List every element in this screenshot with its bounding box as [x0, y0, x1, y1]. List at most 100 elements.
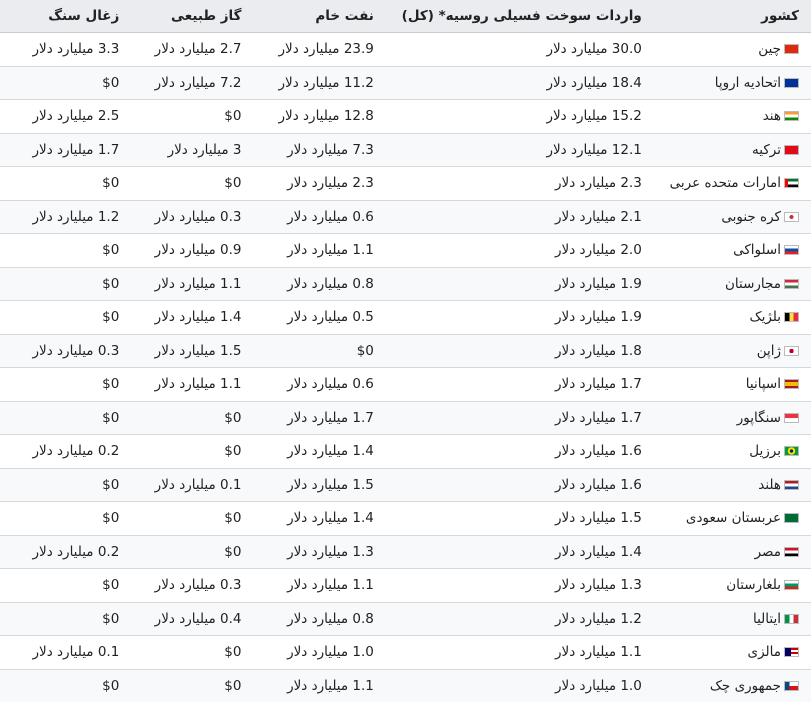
natural-gas-cell: $0	[127, 534, 250, 569]
natural-gas-cell: 0.1 میلیارد دلار	[127, 467, 250, 502]
coal-cell: $0	[0, 300, 128, 334]
header-coal[interactable]: زغال سنگ	[0, 0, 128, 33]
natural-gas-cell: 3 میلیارد دلار	[127, 132, 250, 167]
natural-gas-cell: 1.4 میلیارد دلار	[127, 300, 250, 334]
crude-oil-cell: 1.7 میلیارد دلار	[249, 400, 382, 435]
flag-singapore-icon	[784, 412, 799, 423]
country-name: ترکیه	[752, 141, 781, 158]
flag-netherlands-icon	[784, 479, 799, 490]
table-row: جمهوری چک 1.0 میلیارد دلار 1.1 میلیارد دلا…	[0, 668, 811, 702]
crude-oil-cell: 1.0 میلیارد دلار	[249, 635, 382, 669]
natural-gas-cell: $0	[127, 668, 250, 702]
country-name: برزیل	[749, 443, 781, 460]
country-name: مصر	[754, 543, 781, 560]
table-row: ایتالیا 1.2 میلیارد دلار 0.8 میلیارد دلار 0…	[0, 601, 811, 636]
fossil-fuel-imports-table: کشور واردات سوخت فسیلی روسیه* (کل) نفت خ…	[0, 0, 811, 702]
country-name: اسپانیا	[745, 376, 781, 393]
crude-oil-cell: 1.1 میلیارد دلار	[249, 568, 382, 602]
crude-oil-cell: 0.8 میلیارد دلار	[249, 266, 382, 301]
total-cell: 2.0 میلیارد دلار	[381, 233, 650, 267]
flag-saudi-arabia-icon	[784, 513, 799, 524]
coal-cell: $0	[0, 400, 128, 435]
natural-gas-cell: 1.1 میلیارد دلار	[127, 367, 250, 401]
table-row: اسلواکی 2.0 میلیارد دلار 1.1 میلیارد دلار 0…	[0, 233, 811, 267]
crude-oil-cell: 12.8 میلیارد دلار	[249, 99, 382, 133]
country-name: مجارستان	[725, 275, 781, 292]
crude-oil-cell: 1.4 میلیارد دلار	[249, 501, 382, 535]
country-cell: مصر	[649, 534, 811, 569]
country-cell: کره جنوبی	[649, 199, 811, 234]
country-cell: جمهوری چک	[649, 668, 811, 702]
table-row: مجارستان 1.9 میلیارد دلار 0.8 میلیارد دلار…	[0, 266, 811, 301]
natural-gas-cell: 7.2 میلیارد دلار	[127, 65, 250, 100]
natural-gas-cell: 2.7 میلیارد دلار	[127, 32, 250, 66]
natural-gas-cell: $0	[127, 635, 250, 669]
country-cell: اسلواکی	[649, 233, 811, 267]
natural-gas-cell: $0	[127, 166, 250, 200]
crude-oil-cell: 1.3 میلیارد دلار	[249, 534, 382, 569]
crude-oil-cell: 2.3 میلیارد دلار	[249, 166, 382, 200]
table-row: بلژیک 1.9 میلیارد دلار 0.5 میلیارد دلار 1.4…	[0, 300, 811, 334]
table-row: ژاپن 1.8 میلیارد دلار $0 1.5 میلیارد دلار 0.…	[0, 333, 811, 368]
country-cell: برزیل	[649, 434, 811, 468]
flag-south-korea-icon	[784, 211, 799, 222]
flag-brazil-icon	[784, 446, 799, 457]
crude-oil-cell: 1.1 میلیارد دلار	[249, 233, 382, 267]
header-total[interactable]: واردات سوخت فسیلی روسیه* (کل)	[381, 0, 650, 33]
crude-oil-cell: 7.3 میلیارد دلار	[249, 132, 382, 167]
country-cell: ترکیه	[649, 132, 811, 167]
crude-oil-cell: $0	[249, 333, 382, 368]
total-cell: 18.4 میلیارد دلار	[381, 65, 650, 100]
natural-gas-cell: $0	[127, 501, 250, 535]
total-cell: 1.0 میلیارد دلار	[381, 668, 650, 702]
country-cell: هند	[649, 99, 811, 133]
flag-uae-icon	[784, 178, 799, 189]
country-name: هلند	[758, 476, 781, 493]
flag-egypt-icon	[784, 546, 799, 557]
crude-oil-cell: 1.1 میلیارد دلار	[249, 668, 382, 702]
natural-gas-cell: 0.4 میلیارد دلار	[127, 601, 250, 636]
total-cell: 1.7 میلیارد دلار	[381, 400, 650, 435]
header-crude-oil[interactable]: نفت خام	[249, 0, 382, 33]
country-name: امارات متحده عربی	[669, 175, 781, 192]
header-natural-gas[interactable]: گاز طبیعی	[127, 0, 250, 33]
table-row: سنگاپور 1.7 میلیارد دلار 1.7 میلیارد دلار $…	[0, 400, 811, 435]
total-cell: 1.2 میلیارد دلار	[381, 601, 650, 636]
flag-czech-republic-icon	[784, 680, 799, 691]
coal-cell: $0	[0, 266, 128, 301]
crude-oil-cell: 0.6 میلیارد دلار	[249, 199, 382, 234]
crude-oil-cell: 1.5 میلیارد دلار	[249, 467, 382, 502]
coal-cell: 0.2 میلیارد دلار	[0, 434, 128, 468]
table-row: چین 30.0 میلیارد دلار 23.9 میلیارد دلار 2.7…	[0, 32, 811, 66]
country-name: ایتالیا	[753, 610, 781, 627]
total-cell: 1.6 میلیارد دلار	[381, 434, 650, 468]
coal-cell: $0	[0, 367, 128, 401]
country-name: چین	[758, 41, 781, 58]
country-cell: ژاپن	[649, 333, 811, 368]
table-row: مالزی 1.1 میلیارد دلار 1.0 میلیارد دلار $0 0…	[0, 635, 811, 669]
country-name: جمهوری چک	[709, 677, 781, 694]
country-name: بلغارستان	[726, 577, 781, 594]
coal-cell: 2.5 میلیارد دلار	[0, 99, 128, 133]
natural-gas-cell: $0	[127, 400, 250, 435]
flag-india-icon	[784, 111, 799, 122]
country-cell: اسپانیا	[649, 367, 811, 401]
coal-cell: 1.2 میلیارد دلار	[0, 199, 128, 234]
natural-gas-cell: 0.9 میلیارد دلار	[127, 233, 250, 267]
total-cell: 2.1 میلیارد دلار	[381, 199, 650, 234]
crude-oil-cell: 23.9 میلیارد دلار	[249, 32, 382, 66]
total-cell: 12.1 میلیارد دلار	[381, 132, 650, 167]
country-name: ژاپن	[756, 342, 781, 359]
country-name: کره جنوبی	[721, 208, 781, 225]
coal-cell: $0	[0, 601, 128, 636]
table-row: برزیل 1.6 میلیارد دلار 1.4 میلیارد دلار $0 0…	[0, 434, 811, 468]
table-row: هلند 1.6 میلیارد دلار 1.5 میلیارد دلار 0.1 …	[0, 467, 811, 502]
coal-cell: $0	[0, 65, 128, 100]
header-country[interactable]: کشور	[649, 0, 811, 33]
country-cell: چین	[649, 32, 811, 66]
country-cell: بلژیک	[649, 300, 811, 334]
table-row: بلغارستان 1.3 میلیارد دلار 1.1 میلیارد دلا…	[0, 568, 811, 602]
table-row: هند 15.2 میلیارد دلار 12.8 میلیارد دلار $0 2…	[0, 99, 811, 133]
table-row: عربستان سعودی 1.5 میلیارد دلار 1.4 میلیارد…	[0, 501, 811, 535]
country-cell: هلند	[649, 467, 811, 502]
